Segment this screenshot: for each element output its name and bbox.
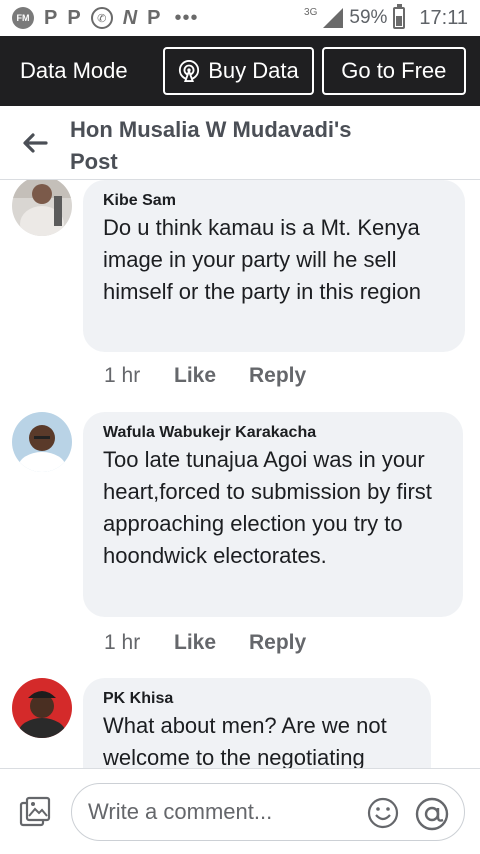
- status-left: FM P P ✆ N P •••: [12, 7, 199, 30]
- comment-actions: 1 hr Like Reply: [104, 631, 306, 655]
- back-arrow-icon: [23, 133, 48, 153]
- status-right: 3G 59% 17:11: [304, 4, 468, 30]
- whatsapp-icon: ✆: [90, 7, 113, 29]
- broadcast-icon: [179, 60, 200, 82]
- post-header: Hon Musalia W Mudavadi's Post: [0, 106, 480, 180]
- like-button[interactable]: Like: [174, 364, 249, 388]
- p-app-icon: P: [67, 6, 81, 29]
- photo-icon: [19, 796, 51, 826]
- comment-author[interactable]: Kibe Sam: [103, 190, 445, 212]
- battery-icon: [393, 4, 406, 29]
- p-app-icon: P: [44, 6, 58, 29]
- comment-actions: 1 hr Like Reply: [104, 364, 306, 388]
- battery-percent: 59%: [349, 7, 388, 28]
- comment-bubble: PK Khisa What about men? Are we not welc…: [83, 678, 431, 768]
- mention-icon[interactable]: [414, 796, 450, 832]
- comment-author[interactable]: Wafula Wabukejr Karakacha: [103, 422, 443, 444]
- emoji-icon[interactable]: [366, 796, 400, 830]
- reply-button[interactable]: Reply: [249, 631, 306, 655]
- signal-icon: [323, 8, 344, 28]
- comment-time: 1 hr: [104, 364, 141, 387]
- like-button[interactable]: Like: [174, 631, 249, 655]
- comments-list: Kibe Sam Do u think kamau is a Mt. Kenya…: [0, 180, 480, 768]
- network-type: 3G: [304, 6, 318, 18]
- status-bar: FM P P ✆ N P ••• 3G 59% 17:11: [0, 0, 480, 36]
- avatar[interactable]: [12, 180, 72, 236]
- comment-text: What about men? Are we not welcome to th…: [103, 713, 387, 768]
- n-app-icon: N: [122, 6, 138, 29]
- photo-button[interactable]: [0, 769, 70, 854]
- comment-input-placeholder: Write a comment...: [88, 799, 273, 824]
- clock: 17:11: [419, 6, 468, 29]
- page-title: Hon Musalia W Mudavadi's Post: [70, 117, 352, 174]
- buy-data-label: Buy Data: [208, 58, 299, 83]
- go-to-free-button[interactable]: Go to Free: [321, 47, 466, 95]
- comment-bubble: Kibe Sam Do u think kamau is a Mt. Kenya…: [83, 180, 465, 352]
- comment-time: 1 hr: [104, 631, 141, 654]
- comment-bubble: Wafula Wabukejr Karakacha Too late tunaj…: [83, 412, 463, 617]
- avatar[interactable]: [12, 678, 72, 738]
- reply-button[interactable]: Reply: [249, 364, 306, 388]
- buy-data-button[interactable]: Buy Data: [163, 47, 314, 95]
- comment-composer: Write a comment...: [0, 768, 480, 854]
- more-notifications-icon: •••: [174, 6, 199, 29]
- go-to-free-label: Go to Free: [341, 58, 447, 83]
- comment-input[interactable]: Write a comment...: [71, 783, 465, 841]
- data-mode-label: Data Mode: [20, 58, 128, 83]
- comment-text: Too late tunajua Agoi was in your heart,…: [103, 447, 432, 568]
- back-button[interactable]: [0, 106, 70, 180]
- comment-text: Do u think kamau is a Mt. Kenya image in…: [103, 215, 421, 304]
- p-app-icon: P: [147, 6, 161, 29]
- avatar[interactable]: [12, 412, 72, 472]
- data-mode-bar: Data Mode Buy Data Go to Free: [0, 36, 480, 106]
- app-root: FM P P ✆ N P ••• 3G 59% 17:11 Data Mode …: [0, 0, 480, 854]
- comment-author[interactable]: PK Khisa: [103, 688, 411, 710]
- fm-radio-icon: FM: [12, 7, 34, 29]
